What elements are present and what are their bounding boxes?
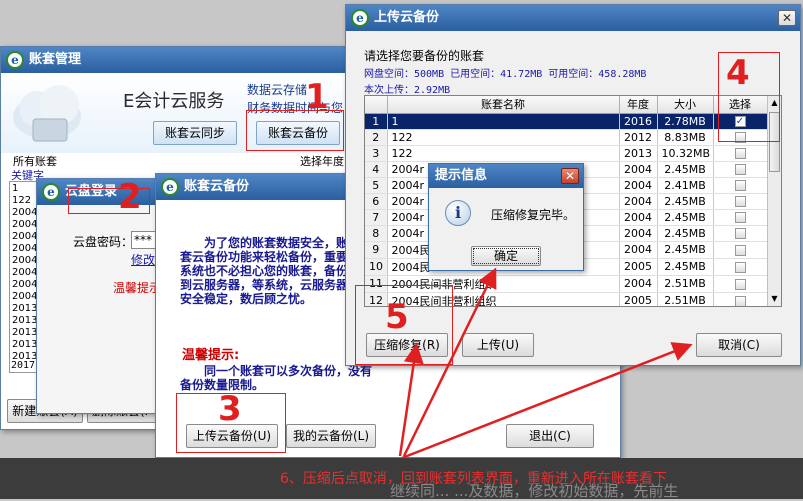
caption-text: 6、压缩后点取消，回到账套列表界面，重新进入所在账套看下 xyxy=(280,471,667,487)
arrow-to-cancel xyxy=(401,342,693,460)
annotation-arrows xyxy=(398,267,693,460)
arrow-to-compress xyxy=(398,343,424,457)
caption-bar: 继续同... ...及数据，修改初始数据，先前生 6、压缩后点取消，回到账套列表… xyxy=(0,458,803,500)
